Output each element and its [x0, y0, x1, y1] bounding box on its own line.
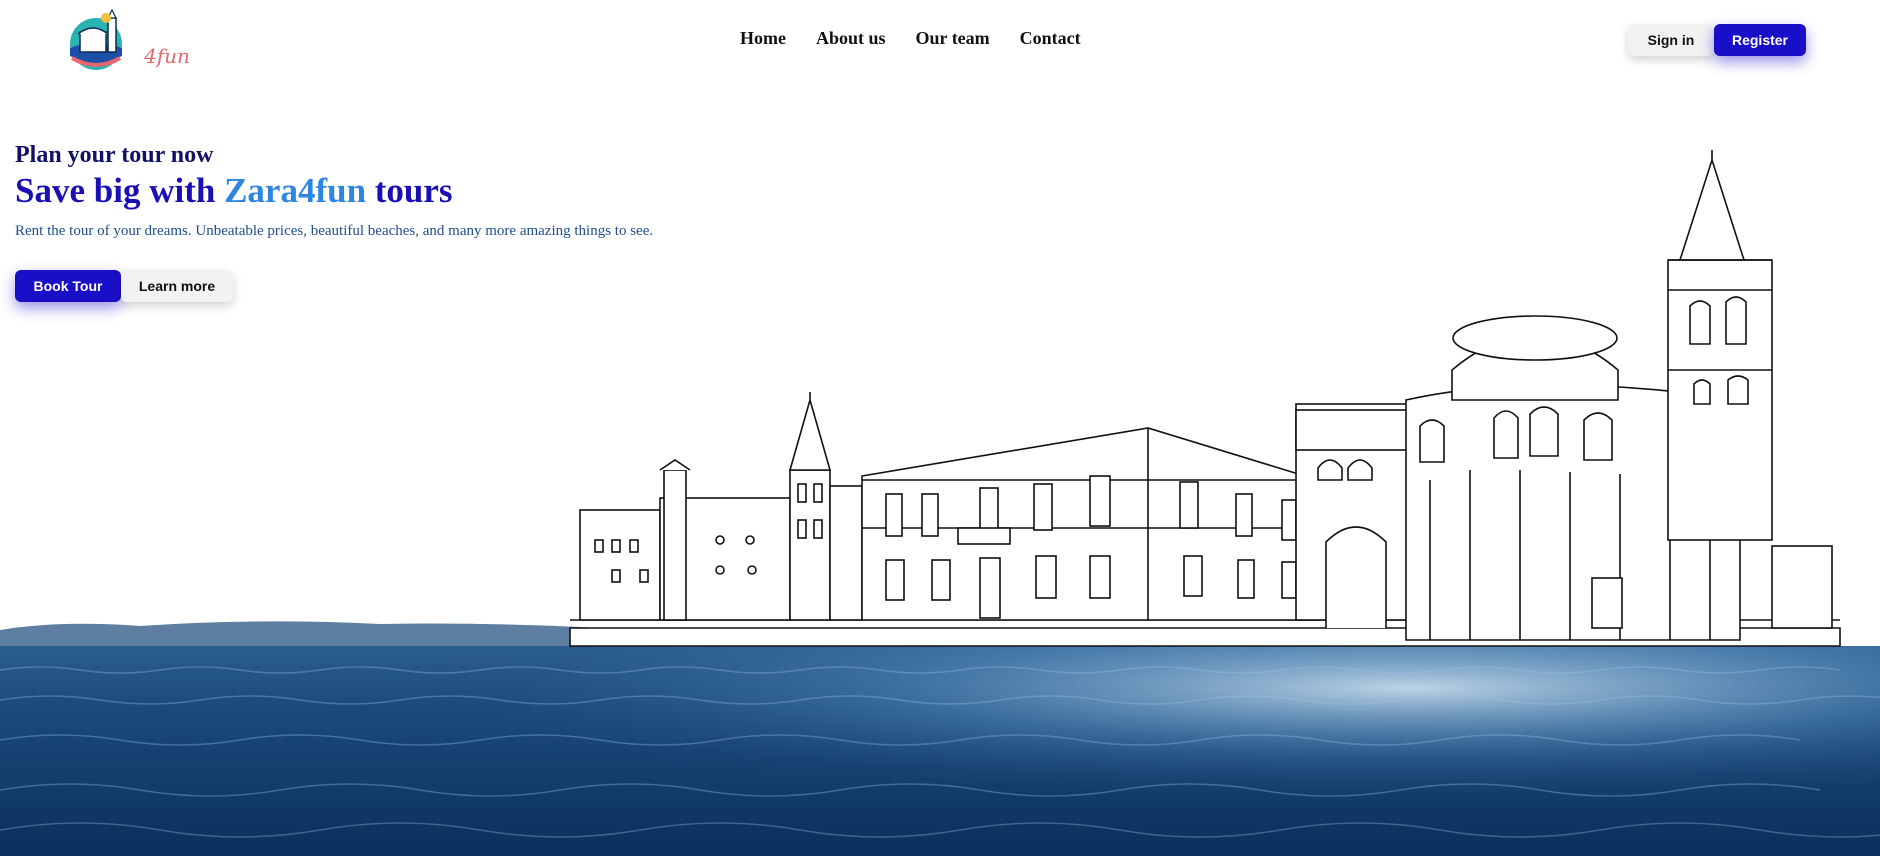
logo-text: 4fun [144, 44, 190, 68]
book-tour-button[interactable]: Book Tour [15, 270, 121, 302]
nav-contact[interactable]: Contact [1020, 28, 1081, 49]
register-button[interactable]: Register [1714, 24, 1806, 56]
nav-our-team[interactable]: Our team [916, 28, 990, 49]
hero-description: Rent the tour of your dreams. Unbeatable… [15, 223, 654, 239]
hero-title: Save big with Zara4fun tours [15, 169, 653, 213]
hero-text: Plan your tour now Save big with Zara4fu… [15, 141, 653, 240]
hero-buttons: Book Tour Learn more [15, 270, 233, 302]
sign-in-button[interactable]: Sign in [1628, 24, 1714, 56]
hero-title-accent: Zara4fun [224, 171, 367, 210]
hero-subtitle: Plan your tour now [15, 142, 214, 168]
distant-hills [0, 621, 640, 648]
hero-title-suffix: tours [366, 171, 453, 210]
auth-buttons: Sign in Register [1628, 24, 1806, 56]
city-sketch [569, 150, 1841, 647]
main-nav: Home About us Our team Contact [740, 28, 1081, 49]
logo-emblem-icon [70, 8, 122, 70]
hero-title-prefix: Save big with [15, 171, 225, 210]
nav-home[interactable]: Home [740, 28, 786, 49]
learn-more-button[interactable]: Learn more [121, 270, 233, 302]
site-header: 4fun Home About us Our team Contact Sign… [0, 0, 1880, 90]
brand-logo[interactable]: 4fun [66, 8, 196, 74]
nav-about-us[interactable]: About us [816, 28, 886, 49]
